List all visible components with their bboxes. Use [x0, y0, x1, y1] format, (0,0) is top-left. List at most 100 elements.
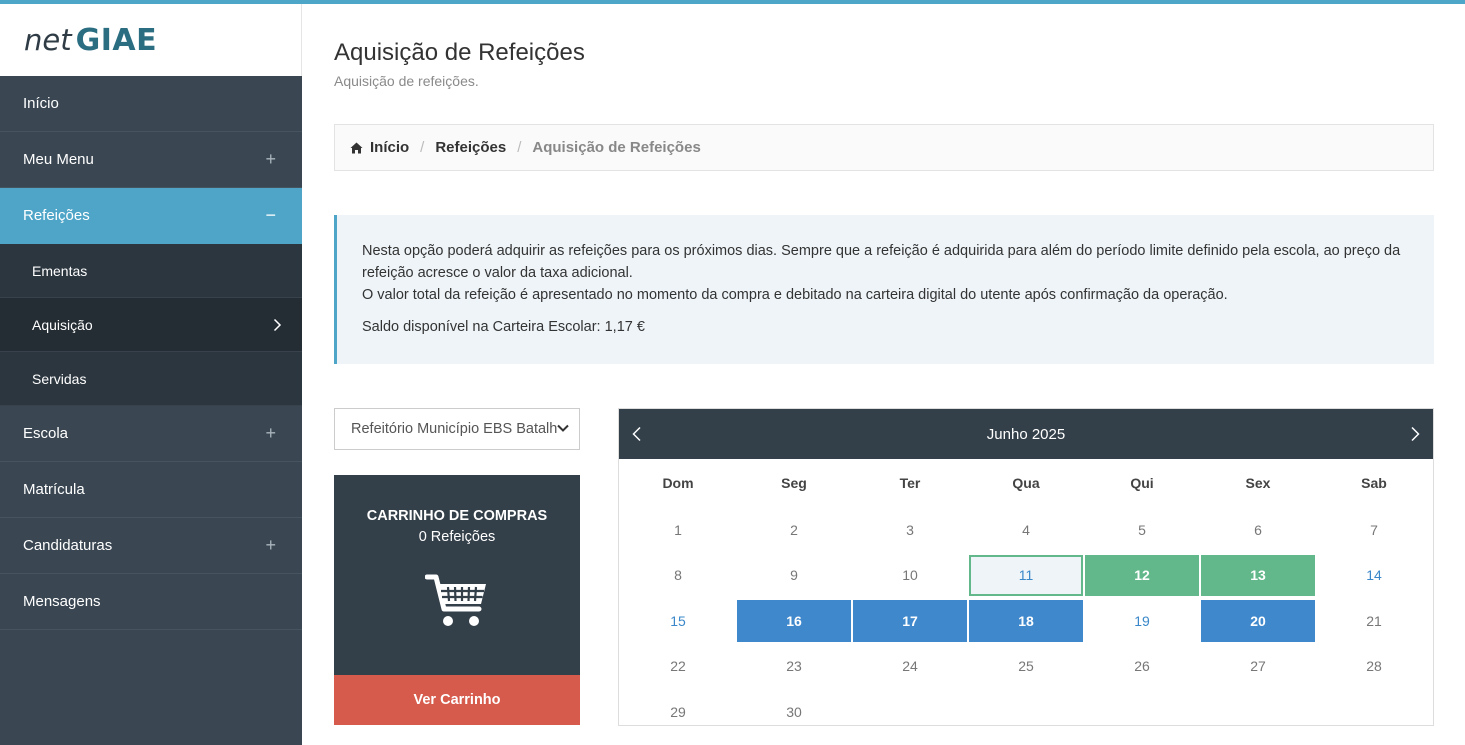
calendar-day[interactable]: 3 — [852, 507, 968, 553]
breadcrumb-separator: / — [420, 139, 425, 156]
calendar-day-number: 7 — [1370, 521, 1378, 538]
calendar-day-number: 6 — [1254, 521, 1262, 538]
sidebar-item-label: Aquisição — [32, 316, 93, 333]
calendar-day[interactable]: 5 — [1084, 507, 1200, 553]
cart-count: 0 Refeições — [418, 529, 496, 545]
calendar-day[interactable]: 22 — [620, 644, 736, 690]
info-text-2: O valor total da refeição é apresentado … — [362, 287, 1228, 303]
weekday-label: Sex — [1245, 475, 1271, 491]
sidebar-item-label: Mensagens — [23, 593, 101, 610]
calendar-day[interactable]: 12 — [1084, 553, 1200, 599]
shopping-cart-panel: CARRINHO DE COMPRAS 0 Refeições Ver Carr… — [334, 475, 580, 725]
sidebar-item-label: Início — [23, 95, 59, 112]
calendar-day[interactable]: 24 — [852, 644, 968, 690]
sidebar-item-label: Matrícula — [23, 481, 85, 498]
sidebar-item-meu-menu[interactable]: Meu Menu + — [0, 132, 302, 188]
sidebar-item-label: Refeições — [23, 207, 90, 224]
calendar-day[interactable]: 25 — [968, 644, 1084, 690]
calendar-day-number: 25 — [1018, 658, 1034, 675]
calendar-day[interactable]: 17 — [852, 598, 968, 644]
calendar-day[interactable]: 27 — [1200, 644, 1316, 690]
prev-month-button[interactable] — [631, 426, 643, 442]
breadcrumb-home[interactable]: Início — [370, 139, 409, 156]
calendar-day[interactable]: 13 — [1200, 553, 1316, 599]
calendar-day[interactable]: 6 — [1200, 507, 1316, 553]
calendar-day[interactable]: 11 — [968, 553, 1084, 599]
weekday-label: Ter — [899, 475, 921, 491]
breadcrumb-current: Aquisição de Refeições — [532, 139, 701, 156]
calendar-day-number: 22 — [670, 658, 686, 675]
calendar-day[interactable]: 7 — [1316, 507, 1432, 553]
expand-plus-icon: + — [265, 535, 276, 555]
chevron-left-icon — [632, 426, 641, 442]
sidebar-item-refeicoes[interactable]: Refeições − — [0, 188, 302, 244]
sidebar-subitem-aquisicao[interactable]: Aquisição — [0, 298, 302, 352]
weekday-label: Seg — [781, 475, 807, 491]
canteen-select-value: Refeitório Município EBS Batalha — [351, 421, 557, 437]
calendar-grid: Dom Seg Ter Qua Qui Sex Sab 1 2 3 4 5 6 7 8 9 10 1… — [619, 459, 1433, 735]
wallet-balance: Saldo disponível na Carteira Escolar: 1,… — [362, 319, 645, 335]
calendar-day-number: 16 — [737, 600, 851, 642]
canteen-select[interactable]: Refeitório Município EBS Batalha — [334, 408, 580, 450]
sidebar-item-label: Candidaturas — [23, 537, 113, 554]
weekday-label: Qua — [1012, 475, 1040, 491]
logo[interactable]: net GIAE — [0, 4, 302, 76]
chevron-right-icon — [1411, 426, 1420, 442]
calendar-day[interactable]: 29 — [620, 689, 736, 735]
calendar-day-number: 13 — [1201, 554, 1315, 596]
sidebar-item-label: Meu Menu — [23, 151, 94, 168]
sidebar-subitem-servidas[interactable]: Servidas — [0, 352, 302, 406]
calendar-day-number: 27 — [1250, 658, 1266, 675]
calendar-day[interactable]: 21 — [1316, 598, 1432, 644]
sidebar-item-candidaturas[interactable]: Candidaturas + — [0, 518, 302, 574]
view-cart-button[interactable]: Ver Carrinho — [334, 675, 580, 725]
breadcrumb: Início / Refeições / Aquisição de Refeiç… — [334, 124, 1434, 171]
calendar-day-number: 11 — [969, 554, 1083, 596]
calendar-day[interactable]: 20 — [1200, 598, 1316, 644]
calendar-day[interactable]: 28 — [1316, 644, 1432, 690]
sidebar-item-escola[interactable]: Escola + — [0, 406, 302, 462]
calendar-day-number: 19 — [1134, 612, 1150, 629]
next-month-button[interactable] — [1409, 426, 1421, 442]
calendar-day-number: 29 — [670, 703, 686, 720]
calendar-day-number: 21 — [1366, 612, 1382, 629]
sidebar-subitem-ementas[interactable]: Ementas — [0, 244, 302, 298]
calendar-day[interactable]: 1 — [620, 507, 736, 553]
sidebar-item-label: Escola — [23, 425, 69, 442]
calendar-day[interactable]: 8 — [620, 553, 736, 599]
calendar-day[interactable]: 9 — [736, 553, 852, 599]
page-title: Aquisição de Refeições — [334, 39, 585, 66]
calendar-day[interactable]: 15 — [620, 598, 736, 644]
logo-net: net — [24, 23, 72, 57]
chevron-down-icon — [557, 424, 569, 432]
calendar-day[interactable]: 2 — [736, 507, 852, 553]
breadcrumb-refeicoes[interactable]: Refeições — [435, 139, 506, 156]
calendar-header: Junho 2025 — [619, 409, 1433, 459]
logo-giae: GIAE — [75, 22, 158, 58]
calendar-day[interactable]: 14 — [1316, 553, 1432, 599]
calendar-day[interactable]: 26 — [1084, 644, 1200, 690]
calendar-day[interactable]: 18 — [968, 598, 1084, 644]
calendar-day[interactable]: 30 — [736, 689, 852, 735]
calendar-day-number: 28 — [1366, 658, 1382, 675]
calendar-day[interactable]: 19 — [1084, 598, 1200, 644]
info-notice: Nesta opção poderá adquirir as refeições… — [334, 215, 1434, 364]
calendar-day[interactable]: 16 — [736, 598, 852, 644]
sidebar-item-mensagens[interactable]: Mensagens — [0, 574, 302, 630]
calendar-day[interactable]: 4 — [968, 507, 1084, 553]
sidebar-item-label: Ementas — [32, 262, 88, 279]
calendar-day-number: 5 — [1138, 521, 1146, 538]
home-icon — [350, 142, 363, 153]
calendar-day-number: 8 — [674, 567, 682, 584]
calendar-day[interactable]: 10 — [852, 553, 968, 599]
weekday-label: Sab — [1361, 475, 1387, 491]
expand-plus-icon: + — [265, 149, 276, 169]
sidebar-item-inicio[interactable]: Início — [0, 76, 302, 132]
calendar-day-number: 15 — [670, 612, 686, 629]
calendar-day-number: 2 — [790, 521, 798, 538]
calendar-day-number: 14 — [1366, 567, 1382, 584]
sidebar-item-matricula[interactable]: Matrícula — [0, 462, 302, 518]
calendar: Junho 2025 Dom Seg Ter Qua Qui Sex Sab 1… — [618, 408, 1434, 726]
calendar-month-title[interactable]: Junho 2025 — [987, 426, 1065, 443]
calendar-day[interactable]: 23 — [736, 644, 852, 690]
